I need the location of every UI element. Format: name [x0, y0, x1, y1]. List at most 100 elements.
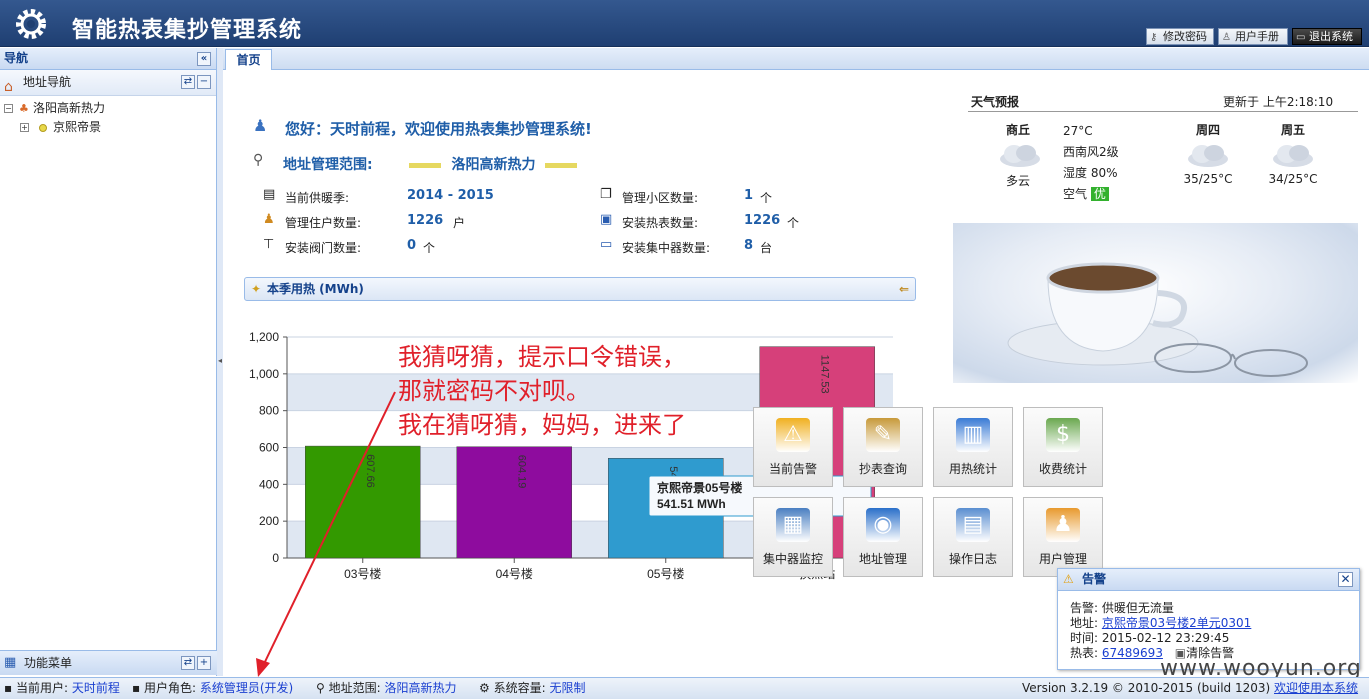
tab-home[interactable]: 首页	[225, 49, 272, 70]
grid-button-3[interactable]: ▥ 用热统计	[933, 407, 1013, 487]
logout-button[interactable]: ▭ 退出系统	[1292, 28, 1362, 45]
tree-node-jingxi[interactable]: + 京熙帝景	[0, 118, 216, 137]
function-menu-header[interactable]: ▦ 功能菜单 ⇄ +	[0, 650, 217, 675]
tooltip-value: 541.51 MWh	[657, 497, 726, 511]
org-icon: ♣	[19, 102, 29, 115]
weather-detail: 27°C 西南风2级 湿度 80% 空气 优	[1063, 121, 1119, 205]
address-scope: ⚲ 地址管理范围: 洛阳高新热力	[253, 152, 587, 174]
grid-button-4[interactable]: $ 收费统计	[1023, 407, 1103, 487]
nav-title: 导航	[4, 51, 29, 65]
weather-updated: 更新于 上午2:18:10	[1223, 95, 1334, 109]
bar-chart-icon: ▥	[956, 418, 990, 452]
annotation-line: 那就密码不对呗。	[398, 377, 590, 405]
nav-panel-header: 导航 «	[0, 48, 216, 70]
status-value: 系统管理员(开发)	[199, 681, 294, 695]
annotation-overlay: 我猜呀猜，提示口令错误， 那就密码不对呗。 我在猜呀猜，妈妈，进来了	[398, 340, 686, 442]
grid-button-6[interactable]: ◉ 地址管理	[843, 497, 923, 577]
calendar-icon: ▤	[263, 187, 276, 202]
alarm-label: 时间:	[1070, 631, 1099, 645]
change-password-label: 修改密码	[1163, 30, 1207, 43]
users-icon: ♟	[263, 212, 275, 227]
welcome-link[interactable]: 欢迎使用本系统	[1274, 681, 1358, 695]
weather-desc: 35/25°C	[1183, 172, 1233, 186]
grid-button-1[interactable]: ⚠ 当前告警	[753, 407, 833, 487]
expand-icon[interactable]: +	[197, 656, 211, 670]
version-info: Version 3.2.19 © 2010-2015 (build 1203) …	[1022, 678, 1358, 699]
alarm-popup: ⚠ 告警 ✕ 告警: 供暖但无流量 地址: 京熙帝景03号楼2单元0301 时间…	[1057, 568, 1360, 670]
scope-value: 洛阳高新热力	[451, 157, 536, 173]
stat-household-count: ♟ 管理住户数量: 1226 户	[263, 212, 465, 231]
welcome-text: 您好：天时前程，欢迎使用热表集抄管理系统!	[285, 120, 592, 138]
alarm-label: 地址:	[1070, 616, 1099, 630]
person-icon: ♟	[253, 116, 268, 135]
role-icon: ▪	[132, 681, 141, 695]
version-text: Version 3.2.19 © 2010-2015 (build 1203)	[1022, 681, 1271, 695]
alarm-value: 2015-02-12 23:29:45	[1101, 631, 1230, 645]
y-tick-label: 1,000	[249, 367, 279, 381]
collapse-icon[interactable]: −	[197, 75, 211, 89]
status-value: 无限制	[549, 681, 586, 695]
buildings-icon: ❐	[600, 187, 612, 202]
stat-value: 0	[407, 238, 417, 253]
tree-expand-icon[interactable]: +	[20, 123, 29, 132]
tooltip-title: 京熙帝景05号楼	[657, 480, 742, 495]
gear-icon: ⚙	[479, 681, 490, 695]
stat-label: 安装阀门数量:	[285, 241, 362, 255]
annotation-arrow	[256, 391, 396, 677]
grid-button-8[interactable]: ♟ 用户管理	[1023, 497, 1103, 577]
alarm-label: 热表:	[1070, 646, 1099, 660]
exit-icon: ▭	[1296, 32, 1306, 43]
stat-value: 2014 - 2015	[407, 188, 494, 203]
grid-button-label: 集中器监控	[762, 552, 823, 566]
tree-node-luoyang[interactable]: − ♣ 洛阳高新热力	[0, 99, 216, 118]
address-nav-header[interactable]: ⌂ 地址导航 ⇄ −	[0, 70, 216, 96]
address-range: ⚲ 地址范围: 洛阳高新热力	[316, 678, 457, 699]
alarm-address-link[interactable]: 京熙帝景03号楼2单元0301	[1102, 616, 1251, 630]
status-label: 当前用户:	[15, 681, 69, 695]
y-tick-label: 1,200	[249, 330, 279, 344]
tree-label: 洛阳高新热力	[33, 101, 106, 115]
refresh-icon[interactable]: ⇄	[181, 75, 195, 89]
collapse-arrow-icon[interactable]: ◂	[218, 356, 222, 365]
chart-menu-icon: ▦	[4, 655, 17, 670]
refresh-icon[interactable]: ⇄	[181, 656, 195, 670]
user-group-icon: ♟	[1046, 508, 1080, 542]
app-title: 智能热表集抄管理系统	[72, 18, 303, 43]
x-tick-label: 04号楼	[496, 566, 533, 581]
stat-label: 当前供暖季:	[285, 191, 350, 205]
stat-meter-count: ▣ 安装热表数量: 1226 个	[600, 212, 799, 231]
cloud-icon	[1271, 142, 1315, 168]
grid-button-label: 收费统计	[1038, 462, 1087, 476]
coffee-cup-image	[953, 223, 1358, 383]
double-left-chevron-icon[interactable]: «	[197, 52, 211, 66]
bar-value-label: 604.19	[515, 455, 527, 489]
weather-temp: 27°C	[1063, 124, 1093, 138]
alarm-meter-link[interactable]: 67489693	[1102, 646, 1163, 660]
close-icon[interactable]: ✕	[1338, 572, 1353, 587]
weather-wind: 西南风2级	[1063, 145, 1119, 159]
calculator-icon: ▦	[776, 508, 810, 542]
tree-collapse-icon[interactable]: −	[4, 104, 13, 113]
weather-desc: 多云	[1005, 174, 1030, 188]
node-dot-icon	[39, 124, 47, 132]
alarm-label: 告警:	[1070, 601, 1099, 615]
grid-button-7[interactable]: ▤ 操作日志	[933, 497, 1013, 577]
home-icon: ⌂	[4, 79, 13, 95]
system-capacity: ⚙ 系统容量: 无限制	[479, 678, 585, 699]
weather-day-name: 商丘	[1005, 123, 1030, 137]
weather-day-name: 周五	[1280, 123, 1305, 137]
tab-bar: 首页	[223, 48, 1369, 70]
change-password-button[interactable]: ⚷ 修改密码	[1146, 28, 1214, 45]
grid-button-5[interactable]: ▦ 集中器监控	[753, 497, 833, 577]
coffee-cup-illustration	[1007, 262, 1308, 377]
tool-icon[interactable]: ⇐	[899, 278, 909, 300]
bar	[456, 446, 572, 559]
stat-concentrator-count: ▭ 安装集中器数量: 8 台	[600, 237, 772, 256]
stat-value: 8	[744, 238, 754, 253]
valve-icon: ⊤	[263, 237, 275, 252]
welcome-message: ♟ 您好：天时前程，欢迎使用热表集抄管理系统!	[253, 116, 592, 139]
status-label: 用户角色:	[143, 681, 197, 695]
grid-button-2[interactable]: ✎ 抄表查询	[843, 407, 923, 487]
user-manual-button[interactable]: ♙ 用户手册	[1218, 28, 1288, 45]
bar-value-label: 1147.53	[818, 355, 830, 394]
